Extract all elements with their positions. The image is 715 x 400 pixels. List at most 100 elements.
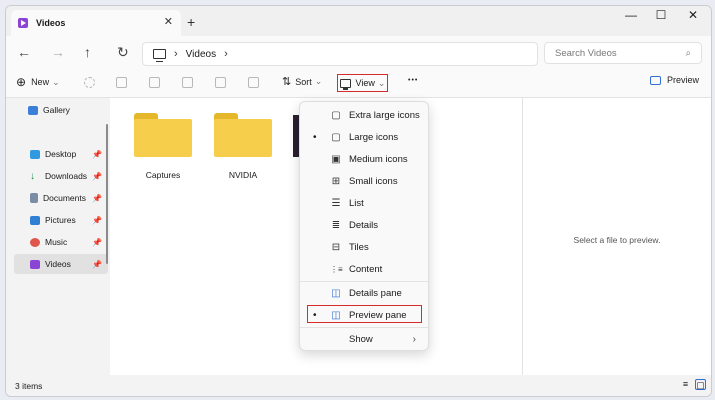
sidebar-item-desktop[interactable]: Desktop 📌 — [14, 144, 108, 164]
address-row: ← → ↑ ↻ › Videos › Search Videos ⌕ — [6, 36, 711, 70]
chevron-down-icon: ⌄ — [378, 78, 386, 89]
checked-bullet-icon: • — [313, 132, 317, 143]
tab-videos[interactable]: Videos ✕ — [11, 10, 181, 36]
menu-item-content[interactable]: ⋮≡ Content — [300, 258, 428, 280]
tab-close-icon[interactable]: ✕ — [164, 15, 173, 28]
command-bar: ⊕ New ⌄ ⇅ Sort ⌄ View ⌄ ••• Preview — [6, 70, 711, 98]
more-options-button[interactable]: ••• — [408, 77, 418, 84]
monitor-icon — [340, 79, 351, 88]
menu-item-details-pane[interactable]: ◫ Details pane — [300, 282, 428, 304]
new-button[interactable]: ⊕ New ⌄ — [16, 75, 60, 89]
large-icons-view-icon[interactable]: ▢ — [695, 379, 706, 390]
sidebar-item-label: Pictures — [45, 215, 76, 225]
view-button[interactable]: View ⌄ — [337, 74, 388, 92]
folder-item-nvidia[interactable]: NVIDIA — [213, 113, 273, 180]
close-button[interactable]: ✕ — [678, 8, 708, 22]
menu-item-large-icons[interactable]: • ▢ Large icons — [300, 126, 428, 148]
sidebar-item-pictures[interactable]: Pictures 📌 — [14, 210, 108, 230]
title-bar: Videos ✕ + — ☐ ✕ — [6, 6, 711, 36]
sidebar-item-label: Gallery — [43, 105, 70, 115]
list-icon: ☰ — [330, 198, 342, 209]
details-icon: ≣ — [330, 220, 342, 231]
forward-button[interactable]: → — [51, 44, 65, 60]
chevron-right-icon[interactable]: › — [224, 48, 228, 60]
menu-item-extra-large-icons[interactable]: ▢ Extra large icons — [300, 104, 428, 126]
share-icon[interactable] — [215, 77, 226, 88]
search-icon: ⌕ — [686, 48, 691, 59]
back-button[interactable]: ← — [17, 44, 31, 60]
new-tab-button[interactable]: + — [187, 14, 195, 30]
plus-circle-icon: ⊕ — [16, 75, 26, 89]
menu-item-details[interactable]: ≣ Details — [300, 214, 428, 236]
sidebar-item-label: Downloads — [45, 171, 87, 181]
rename-icon[interactable] — [182, 77, 193, 88]
folder-item-captures[interactable]: Captures — [133, 113, 193, 180]
folder-label: Captures — [133, 170, 193, 180]
sort-button[interactable]: ⇅ Sort ⌄ — [282, 75, 322, 88]
sidebar-item-gallery[interactable]: Gallery — [14, 100, 108, 120]
menu-item-label: Details pane — [349, 288, 402, 299]
view-menu: ▢ Extra large icons • ▢ Large icons ▣ Me… — [299, 101, 429, 351]
menu-item-tiles[interactable]: ⊟ Tiles — [300, 236, 428, 258]
preview-pane-icon — [650, 76, 661, 85]
preview-empty-message: Select a file to preview. — [523, 235, 711, 245]
details-pane-icon: ◫ — [330, 288, 342, 299]
status-bar: 3 items ≡ ▢ — [6, 375, 711, 396]
pin-icon: 📌 — [92, 260, 102, 269]
menu-item-show[interactable]: Show › — [300, 328, 428, 350]
tiles-icon: ⊟ — [330, 242, 342, 253]
chevron-down-icon: ⌄ — [52, 77, 60, 88]
music-icon — [30, 238, 40, 247]
menu-item-label: Tiles — [349, 242, 369, 253]
videos-icon — [30, 260, 40, 269]
minimize-button[interactable]: — — [616, 8, 646, 22]
documents-icon — [30, 193, 38, 203]
this-pc-icon — [153, 49, 166, 59]
up-button[interactable]: ↑ — [84, 44, 91, 60]
item-count: 3 items — [15, 381, 42, 391]
cut-icon[interactable] — [84, 77, 95, 88]
preview-button-label: Preview — [667, 75, 699, 85]
paste-icon[interactable] — [149, 77, 160, 88]
sort-button-label: Sort — [295, 77, 312, 87]
menu-item-label: Small icons — [349, 176, 398, 187]
details-view-icon[interactable]: ≡ — [680, 379, 691, 390]
medium-icons-icon: ▣ — [330, 154, 342, 165]
preview-toggle-button[interactable]: Preview — [650, 75, 699, 85]
refresh-button[interactable]: ↻ — [117, 44, 129, 61]
delete-icon[interactable] — [248, 77, 259, 88]
sidebar-item-downloads[interactable]: ↓ Downloads 📌 — [14, 166, 108, 186]
content-icon: ⋮≡ — [330, 265, 342, 274]
search-input[interactable]: Search Videos ⌕ — [544, 42, 702, 64]
videos-icon — [18, 18, 28, 28]
menu-item-list[interactable]: ☰ List — [300, 192, 428, 214]
sidebar-item-label: Music — [45, 237, 67, 247]
large-icons-icon: ▢ — [330, 132, 342, 143]
sidebar-item-music[interactable]: Music 📌 — [14, 232, 108, 252]
menu-item-medium-icons[interactable]: ▣ Medium icons — [300, 148, 428, 170]
menu-item-label: Large icons — [349, 132, 398, 143]
search-placeholder: Search Videos — [555, 48, 617, 59]
pin-icon: 📌 — [92, 216, 102, 225]
sidebar-item-label: Desktop — [45, 149, 76, 159]
pin-icon: 📌 — [92, 194, 102, 203]
menu-item-small-icons[interactable]: ⊞ Small icons — [300, 170, 428, 192]
copy-icon[interactable] — [116, 77, 127, 88]
sidebar-scrollbar[interactable] — [106, 124, 108, 264]
menu-item-label: Show — [349, 334, 373, 345]
menu-item-label: Content — [349, 264, 382, 275]
chevron-right-icon: › — [174, 48, 178, 60]
sidebar-item-videos[interactable]: Videos 📌 — [14, 254, 108, 274]
maximize-button[interactable]: ☐ — [646, 8, 676, 22]
view-button-label: View — [356, 78, 375, 88]
sort-icon: ⇅ — [282, 75, 291, 88]
menu-item-label: Details — [349, 220, 378, 231]
menu-item-label: Medium icons — [349, 154, 408, 165]
folder-icon — [134, 113, 192, 157]
sidebar-item-label: Videos — [45, 259, 71, 269]
breadcrumb-videos[interactable]: Videos — [186, 49, 216, 60]
sidebar-item-documents[interactable]: Documents 📌 — [14, 188, 108, 208]
pin-icon: 📌 — [92, 238, 102, 247]
navigation-pane: Gallery Desktop 📌 ↓ Downloads 📌 Document… — [6, 98, 109, 375]
address-bar[interactable]: › Videos › — [142, 42, 538, 66]
